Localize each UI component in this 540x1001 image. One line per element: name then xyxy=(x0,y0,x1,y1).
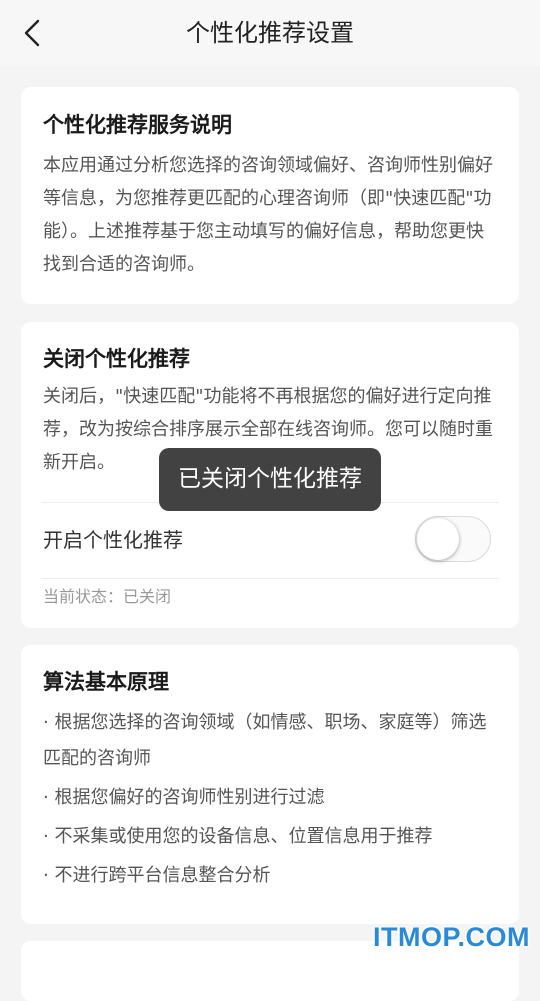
algorithm-card: 算法基本原理 · 根据您选择的咨询领域（如情感、职场、家庭等）筛选匹配的咨询师 … xyxy=(21,645,519,924)
service-description-title: 个性化推荐服务说明 xyxy=(43,113,232,137)
watermark-logo: ITMOP.COM xyxy=(372,922,530,952)
algorithm-title: 算法基本原理 xyxy=(43,670,169,694)
top-bar: 个性化推荐设置 xyxy=(0,0,540,66)
list-item: · 不采集或使用您的设备信息、位置信息用于推荐 xyxy=(43,826,433,847)
service-description-text: 本应用通过分析您选择的咨询领域偏好、咨询师性别偏好等信息，为您推荐更匹配的心理咨… xyxy=(43,155,493,275)
toggle-label: 开启个性化推荐 xyxy=(43,528,183,552)
toggle-knob xyxy=(417,518,459,560)
current-status-text: 当前状态：已关闭 xyxy=(43,587,172,606)
algorithm-list: · 根据您选择的咨询领域（如情感、职场、家庭等）筛选匹配的咨询师 · 根据您偏好… xyxy=(43,705,497,894)
divider xyxy=(41,578,499,579)
page-title: 个性化推荐设置 xyxy=(186,19,354,47)
list-item: · 根据您偏好的咨询师性别进行过滤 xyxy=(43,787,325,808)
toast-message: 已关闭个性化推荐 xyxy=(159,448,381,511)
service-description-card: 个性化推荐服务说明 本应用通过分析您选择的咨询领域偏好、咨询师性别偏好等信息，为… xyxy=(21,87,519,304)
close-recommendation-title: 关闭个性化推荐 xyxy=(43,347,190,371)
list-item: · 根据您选择的咨询领域（如情感、职场、家庭等）筛选匹配的咨询师 xyxy=(43,712,487,769)
personalized-recommendation-toggle[interactable] xyxy=(415,516,491,562)
list-item: · 不进行跨平台信息整合分析 xyxy=(43,865,271,886)
